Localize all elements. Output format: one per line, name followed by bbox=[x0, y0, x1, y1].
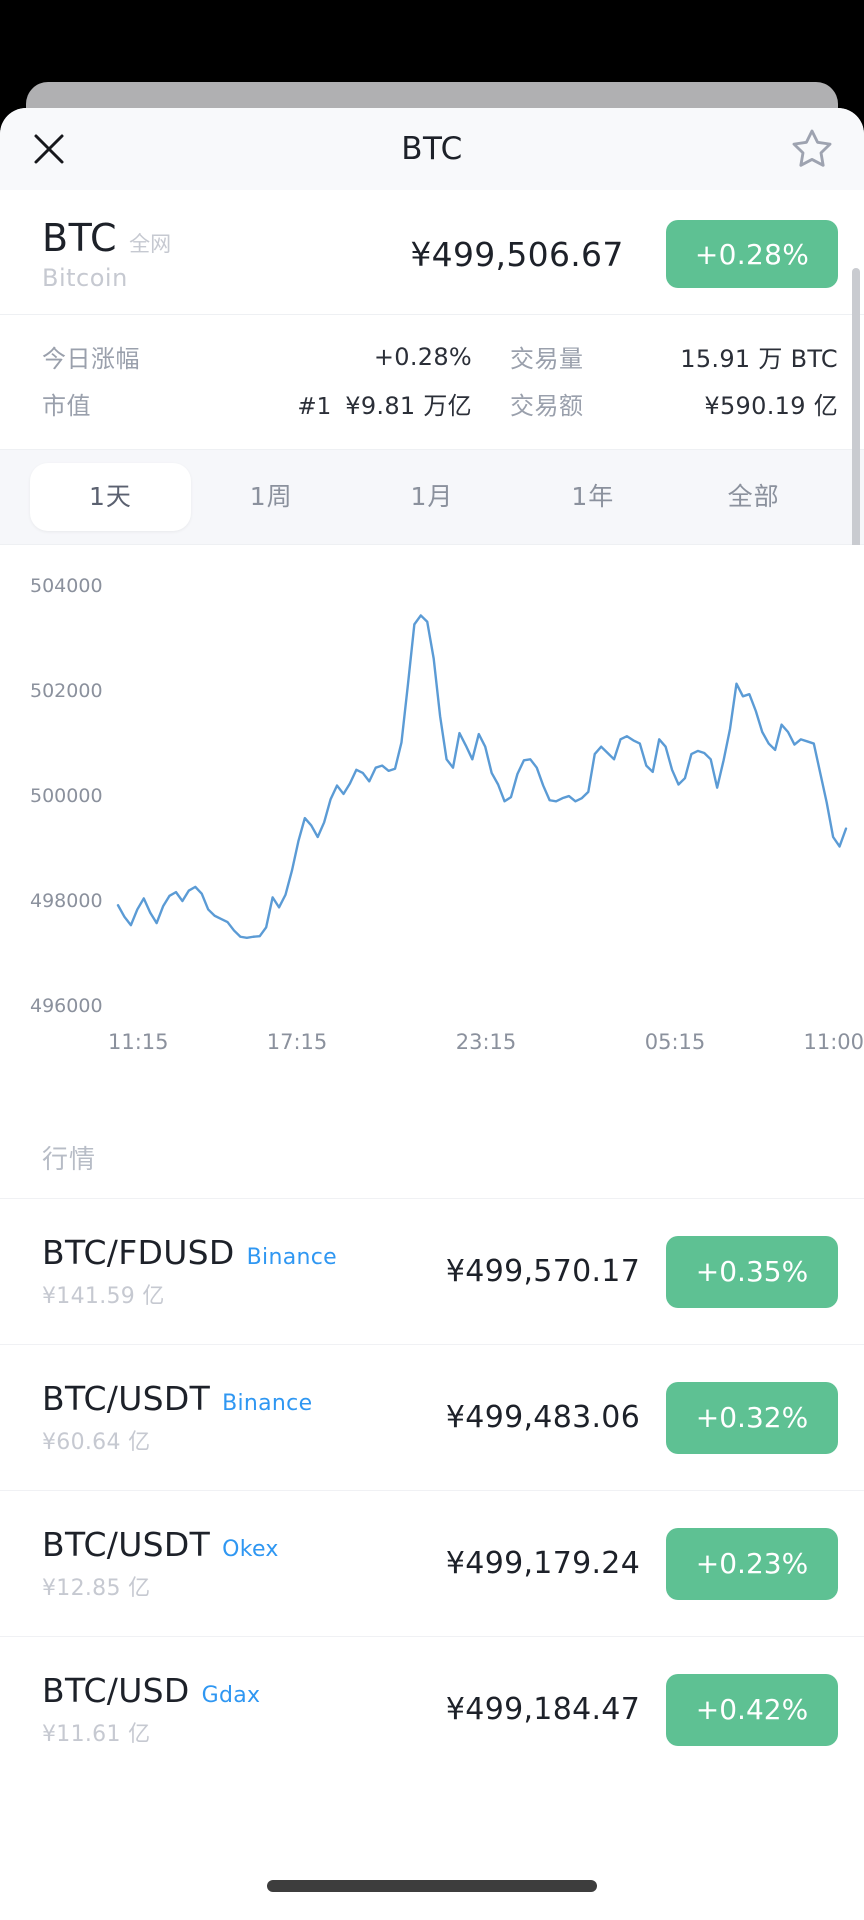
tab-1-day[interactable]: 1天 bbox=[30, 463, 191, 531]
x-axis-tick-label: 23:15 bbox=[456, 1030, 517, 1054]
market-change-badge: +0.23% bbox=[666, 1527, 838, 1600]
stat-value-change: +0.28% bbox=[373, 342, 472, 371]
x-axis-tick-label: 17:15 bbox=[267, 1030, 328, 1054]
x-axis-tick-label: 11:15 bbox=[108, 1030, 169, 1054]
y-axis-tick-label: 504000 bbox=[30, 575, 103, 597]
coin-summary: BTC 全网 Bitcoin ¥499,506.67 +0.28% bbox=[0, 190, 864, 314]
stat-value-marketcap-rank: #1 bbox=[297, 394, 332, 420]
market-pair-info: BTC/FDUSD Binance ¥141.59 亿 bbox=[42, 1233, 420, 1310]
coin-symbol: BTC bbox=[42, 216, 118, 260]
home-indicator bbox=[267, 1880, 597, 1892]
market-pair: BTC/USD bbox=[42, 1671, 190, 1710]
market-price: ¥499,483.06 bbox=[445, 1400, 641, 1435]
scroll-container[interactable]: BTC 全网 Bitcoin ¥499,506.67 +0.28% 今日涨幅 +… bbox=[0, 190, 864, 1920]
market-price: ¥499,179.24 bbox=[445, 1546, 641, 1581]
stat-value-marketcap: ¥9.81 万亿 bbox=[345, 392, 472, 420]
y-axis-tick-label: 502000 bbox=[30, 680, 103, 702]
table-row[interactable]: BTC/FDUSD Binance ¥141.59 亿 ¥499,570.17 … bbox=[0, 1198, 864, 1344]
market-pair-info: BTC/USDT Okex ¥12.85 亿 bbox=[42, 1525, 420, 1602]
navigation-bar: BTC bbox=[0, 108, 864, 190]
market-pair: BTC/USDT bbox=[42, 1379, 211, 1418]
table-row[interactable]: BTC/USDT Okex ¥12.85 亿 ¥499,179.24 +0.23… bbox=[0, 1490, 864, 1636]
market-exchange: Binance bbox=[222, 1391, 313, 1416]
coin-name: Bitcoin bbox=[42, 264, 128, 292]
phone-screen: BTC BTC 全网 Bitcoin ¥499,506.67 +0.28% 今日… bbox=[0, 0, 864, 1920]
tab-1-month[interactable]: 1月 bbox=[352, 463, 513, 531]
stats-row-change: 今日涨幅 +0.28% 交易量 15.91 万 BTC bbox=[42, 333, 838, 380]
stat-value-turnover: ¥590.19 亿 bbox=[704, 392, 838, 420]
x-axis-tick-label: 05:15 bbox=[645, 1030, 706, 1054]
market-change-badge: +0.42% bbox=[666, 1673, 838, 1746]
market-price: ¥499,570.17 bbox=[445, 1254, 641, 1289]
tab-all[interactable]: 全部 bbox=[673, 463, 834, 531]
stat-label-marketcap: 市值 bbox=[42, 392, 91, 420]
market-pair-info: BTC/USD Gdax ¥11.61 亿 bbox=[42, 1671, 420, 1748]
table-row[interactable]: BTC/USDT Binance ¥60.64 亿 ¥499,483.06 +0… bbox=[0, 1344, 864, 1490]
stat-label-turnover: 交易额 bbox=[510, 392, 584, 420]
y-axis-tick-label: 500000 bbox=[30, 785, 103, 807]
market-change-badge: +0.35% bbox=[666, 1235, 838, 1308]
market-volume: ¥11.61 亿 bbox=[42, 1722, 151, 1747]
range-tabs: 1天 1周 1月 1年 全部 bbox=[0, 449, 864, 545]
market-pair-info: BTC/USDT Binance ¥60.64 亿 bbox=[42, 1379, 420, 1456]
tab-1-year[interactable]: 1年 bbox=[512, 463, 673, 531]
market-change-badge: +0.32% bbox=[666, 1381, 838, 1454]
detail-sheet: BTC BTC 全网 Bitcoin ¥499,506.67 +0.28% 今日… bbox=[0, 108, 864, 1920]
market-exchange: Gdax bbox=[201, 1683, 261, 1708]
market-volume: ¥12.85 亿 bbox=[42, 1576, 151, 1601]
stats-row-marketcap: 市值 #1 ¥9.81 万亿 交易额 ¥590.19 亿 bbox=[42, 380, 838, 427]
stat-label-change: 今日涨幅 bbox=[42, 345, 140, 373]
table-row[interactable]: BTC/USD Gdax ¥11.61 亿 ¥499,184.47 +0.42% bbox=[0, 1636, 864, 1782]
x-axis-tick-label: 11:00 bbox=[803, 1030, 864, 1054]
coin-price: ¥499,506.67 bbox=[410, 234, 624, 274]
coin-identity: BTC 全网 Bitcoin bbox=[42, 216, 372, 292]
market-pair: BTC/USDT bbox=[42, 1525, 211, 1564]
market-price: ¥499,184.47 bbox=[445, 1692, 641, 1727]
y-axis-tick-label: 496000 bbox=[30, 995, 103, 1017]
chart-line-series bbox=[116, 614, 848, 939]
stat-label-volume: 交易量 bbox=[510, 345, 584, 373]
tab-1-week[interactable]: 1周 bbox=[191, 463, 352, 531]
star-outline-icon[interactable] bbox=[786, 123, 838, 175]
market-volume: ¥60.64 亿 bbox=[42, 1430, 151, 1455]
stat-value-volume: 15.91 万 BTC bbox=[680, 345, 838, 373]
price-chart[interactable]: 496000 498000 500000 502000 504000 11:15 17:15… bbox=[0, 545, 864, 1105]
market-section-title: 行情 bbox=[0, 1105, 864, 1198]
y-axis-tick-label: 498000 bbox=[30, 890, 103, 912]
coin-scope-tag: 全网 bbox=[129, 232, 172, 256]
change-badge: +0.28% bbox=[666, 220, 838, 288]
price-chart-svg: 496000 498000 500000 502000 504000 11:15 17:15… bbox=[30, 575, 864, 1054]
market-volume: ¥141.59 亿 bbox=[42, 1284, 165, 1309]
page-title: BTC bbox=[401, 131, 463, 167]
market-pair: BTC/FDUSD bbox=[42, 1233, 235, 1272]
market-exchange: Binance bbox=[246, 1245, 337, 1270]
coin-stats: 今日涨幅 +0.28% 交易量 15.91 万 BTC 市值 #1 ¥9.81 … bbox=[0, 314, 864, 449]
market-exchange: Okex bbox=[222, 1537, 279, 1562]
close-icon[interactable] bbox=[26, 126, 72, 172]
